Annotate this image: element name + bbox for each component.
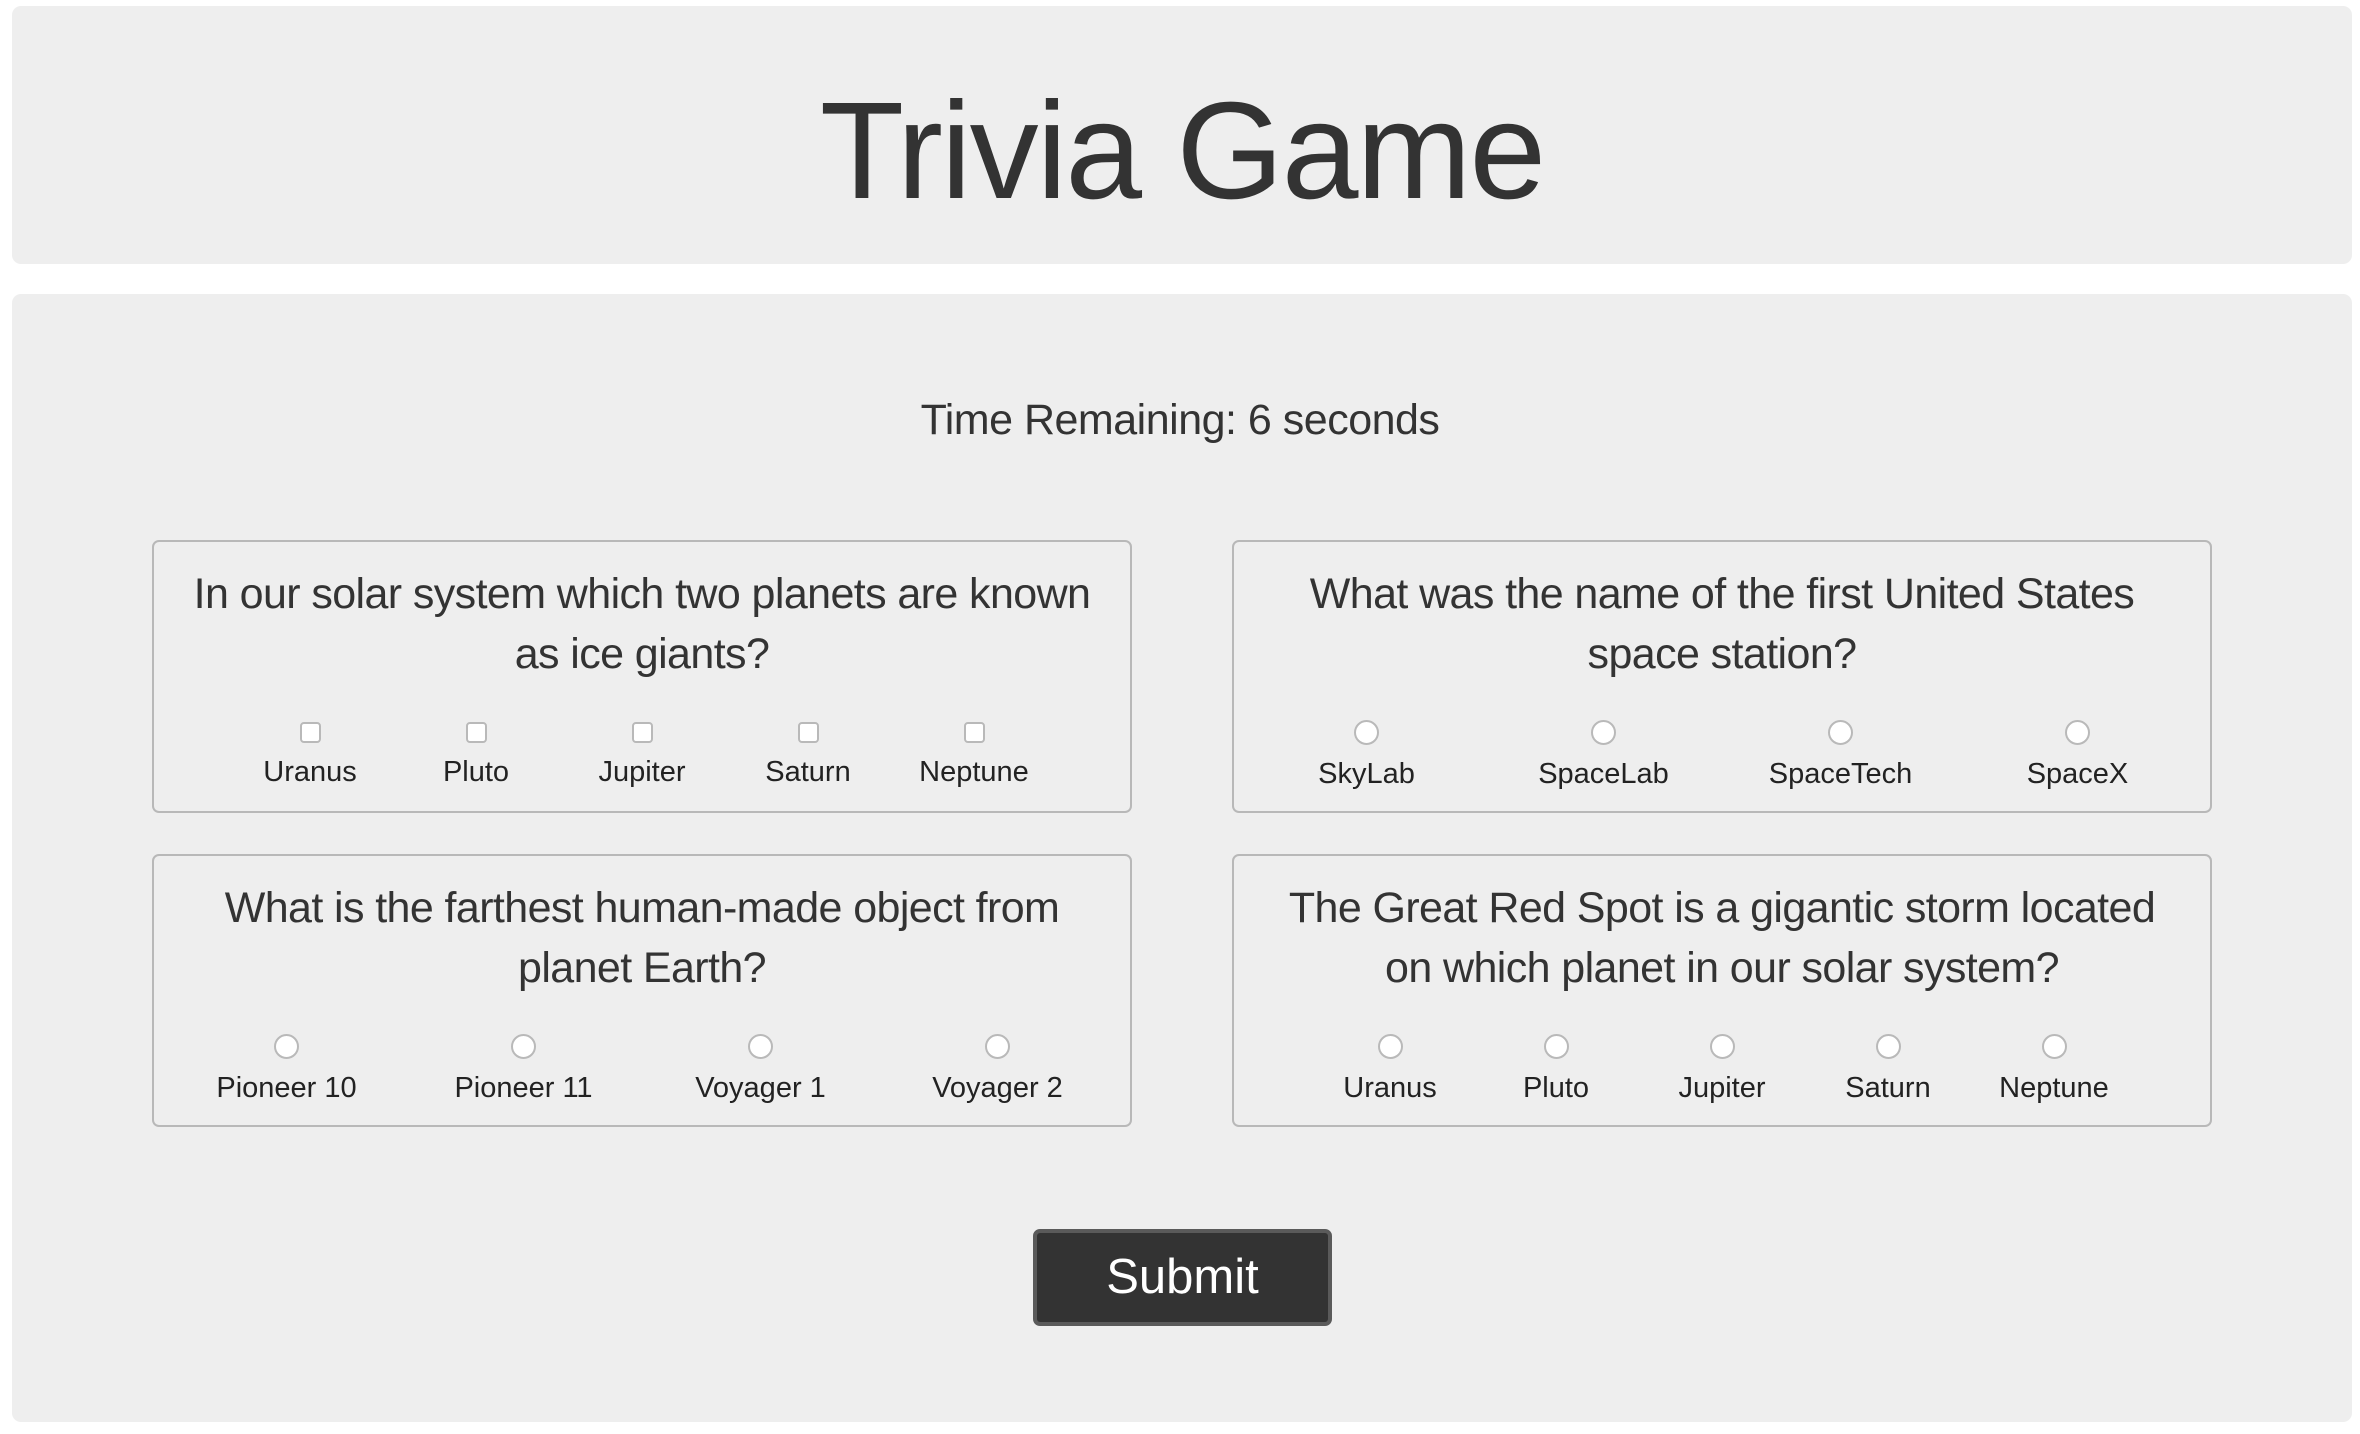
option-label: Voyager 1 <box>695 1072 826 1104</box>
option-label: Pioneer 11 <box>454 1072 593 1104</box>
question-card-1: In our solar system which two planets ar… <box>152 540 1132 813</box>
radio-button[interactable] <box>2041 1034 2067 1059</box>
option-label: Saturn <box>1845 1072 1931 1104</box>
answer-options: Pioneer 10 Pioneer 11 Voyager 1 Voyager … <box>154 1034 1130 1114</box>
option-jupiter[interactable]: Jupiter <box>1639 1034 1805 1114</box>
radio-button[interactable] <box>2065 720 2090 745</box>
answer-options: Uranus Pluto Jupiter Saturn Neptune <box>154 720 1130 800</box>
answer-options: SkyLab SpaceLab SpaceTech SpaceX <box>1234 720 2210 800</box>
option-label: Pluto <box>442 756 510 788</box>
option-voyager-2[interactable]: Voyager 2 <box>898 1034 1098 1114</box>
trivia-page: Trivia Game Time Remaining: 6 seconds In… <box>0 0 2360 1434</box>
checkbox[interactable] <box>631 722 653 743</box>
option-saturn[interactable]: Saturn <box>1805 1034 1971 1114</box>
question-text: What was the name of the first United St… <box>1309 570 2135 678</box>
option-label: SpaceX <box>2026 758 2129 790</box>
checkbox[interactable] <box>797 722 819 743</box>
option-uranus[interactable]: Uranus <box>1307 1034 1473 1114</box>
option-label: SkyLab <box>1318 758 1415 790</box>
question-text: What is the farthest human-made object f… <box>224 884 1060 992</box>
option-pioneer-11[interactable]: Pioneer 11 <box>424 1034 624 1114</box>
option-spacelab[interactable]: SpaceLab <box>1504 720 1704 800</box>
time-remaining-text: Time Remaining: 6 seconds <box>920 396 1440 444</box>
checkbox[interactable] <box>299 722 321 743</box>
option-jupiter[interactable]: Jupiter <box>559 720 725 800</box>
option-label: Voyager 2 <box>932 1072 1063 1104</box>
option-pluto[interactable]: Pluto <box>1473 1034 1639 1114</box>
radio-button[interactable] <box>511 1034 536 1059</box>
page-title: Trivia Game <box>819 74 1546 228</box>
question-card-4: The Great Red Spot is a gigantic storm l… <box>1232 854 2212 1127</box>
option-skylab[interactable]: SkyLab <box>1267 720 1467 800</box>
radio-button[interactable] <box>1875 1034 1901 1059</box>
option-label: Uranus <box>1343 1072 1437 1104</box>
question-card-3: What is the farthest human-made object f… <box>152 854 1132 1127</box>
option-pioneer-10[interactable]: Pioneer 10 <box>187 1034 387 1114</box>
option-pluto[interactable]: Pluto <box>393 720 559 800</box>
radio-button[interactable] <box>1709 1034 1735 1059</box>
question-text: In our solar system which two planets ar… <box>193 570 1091 678</box>
radio-button[interactable] <box>748 1034 773 1059</box>
radio-button[interactable] <box>1543 1034 1569 1059</box>
option-label: Pluto <box>1522 1072 1590 1104</box>
option-label: SpaceLab <box>1538 758 1669 790</box>
radio-button[interactable] <box>274 1034 299 1059</box>
option-spacex[interactable]: SpaceX <box>1978 720 2178 800</box>
radio-button[interactable] <box>1828 720 1853 745</box>
option-voyager-1[interactable]: Voyager 1 <box>661 1034 861 1114</box>
checkbox[interactable] <box>465 722 487 743</box>
option-neptune[interactable]: Neptune <box>1971 1034 2137 1114</box>
answer-options: Uranus Pluto Jupiter Saturn Neptune <box>1234 1034 2210 1114</box>
option-label: Jupiter <box>1678 1072 1766 1104</box>
radio-button[interactable] <box>985 1034 1010 1059</box>
option-label: Neptune <box>919 756 1029 788</box>
option-label: SpaceTech <box>1768 758 1913 790</box>
radio-button[interactable] <box>1354 720 1379 745</box>
question-text: The Great Red Spot is a gigantic storm l… <box>1288 884 2156 992</box>
option-label: Pioneer 10 <box>216 1072 357 1104</box>
submit-button[interactable]: Submit <box>1033 1229 1332 1326</box>
option-label: Jupiter <box>598 756 686 788</box>
radio-button[interactable] <box>1377 1034 1403 1059</box>
option-label: Uranus <box>263 756 357 788</box>
radio-button[interactable] <box>1591 720 1616 745</box>
option-uranus[interactable]: Uranus <box>227 720 393 800</box>
option-label: Neptune <box>1999 1072 2109 1104</box>
question-card-2: What was the name of the first United St… <box>1232 540 2212 813</box>
option-label: Saturn <box>765 756 851 788</box>
option-neptune[interactable]: Neptune <box>891 720 1057 800</box>
option-spacetech[interactable]: SpaceTech <box>1741 720 1941 800</box>
option-saturn[interactable]: Saturn <box>725 720 891 800</box>
header-panel: Trivia Game <box>12 6 2352 264</box>
checkbox[interactable] <box>963 722 985 743</box>
